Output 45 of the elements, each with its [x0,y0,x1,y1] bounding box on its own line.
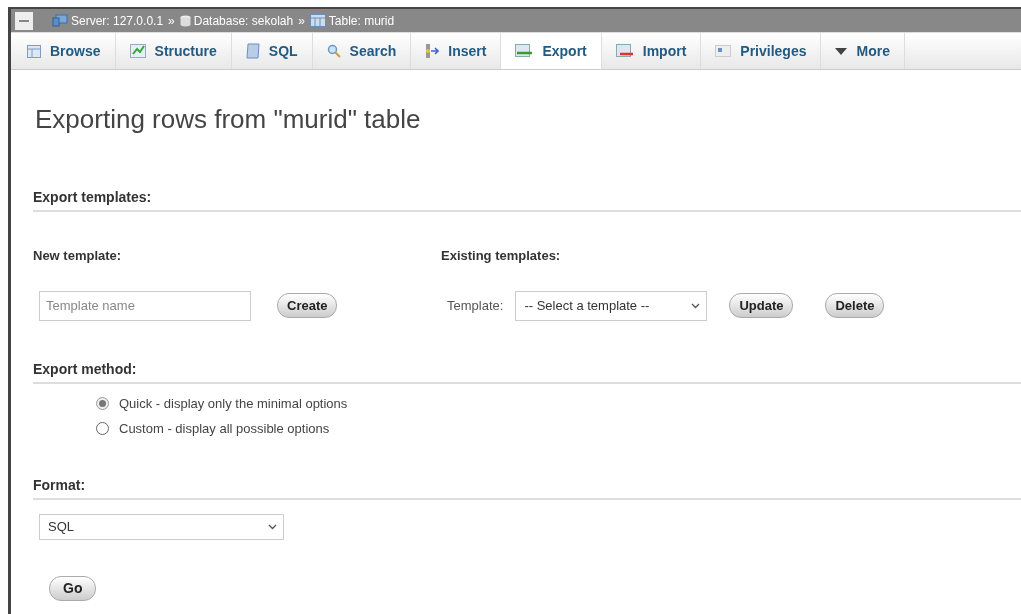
tab[interactable]: More [821,33,905,69]
document-icon [245,43,260,59]
tab[interactable]: Structure [115,33,232,69]
server-icon [52,14,68,27]
section-heading: Export method: [33,358,1021,384]
database-icon [179,14,191,27]
caret-down-icon [835,47,848,55]
export-icon [515,44,534,58]
section-subheading: Existing templates: [441,247,562,266]
option-label: Custom - display all possible options [119,420,330,439]
card-icon [715,45,732,57]
section-heading: Format: [33,474,1021,500]
breadcrumb-link[interactable]: Database: sekolah [193,11,294,30]
radio-button[interactable] [96,396,109,410]
go-button[interactable]: Go [49,575,97,601]
create-button[interactable]: Create [277,292,338,319]
breadcrumb-separator: » [298,12,305,30]
chart-icon [129,44,146,58]
template-select[interactable]: -- Select a template -- [515,290,708,321]
chevron-down-icon [268,523,277,530]
page-title: Exporting rows from "murid" table [35,104,422,136]
tab[interactable]: SQL [231,33,313,69]
chevron-down-icon [691,302,701,309]
format-select[interactable]: SQL [39,513,284,540]
breadcrumb-link[interactable]: Table: murid [328,11,395,30]
tab[interactable]: Export [501,33,602,69]
tab[interactable]: Search [312,33,412,69]
template-name-field[interactable]: Template name [39,290,251,321]
tab[interactable]: Import [601,33,702,69]
collapse-icon[interactable] [15,11,33,30]
insert-icon [425,43,440,59]
section-subheading: New template: [33,247,123,266]
breadcrumb-link[interactable]: Server: 127.0.0.1 [71,11,164,30]
breadcrumb-separator: » [168,12,175,30]
option-label: Quick - display only the minimal options [119,394,348,413]
tab[interactable]: Browse [13,33,116,69]
section-heading: Export templates: [33,187,1021,213]
tab[interactable]: Privileges [701,33,822,69]
delete-button[interactable]: Delete [825,292,885,319]
search-icon [326,44,341,58]
template-label: Template: [447,296,504,315]
table-icon [309,14,326,27]
import-icon [615,44,634,58]
update-button[interactable]: Update [729,292,794,319]
table-icon [27,44,41,58]
